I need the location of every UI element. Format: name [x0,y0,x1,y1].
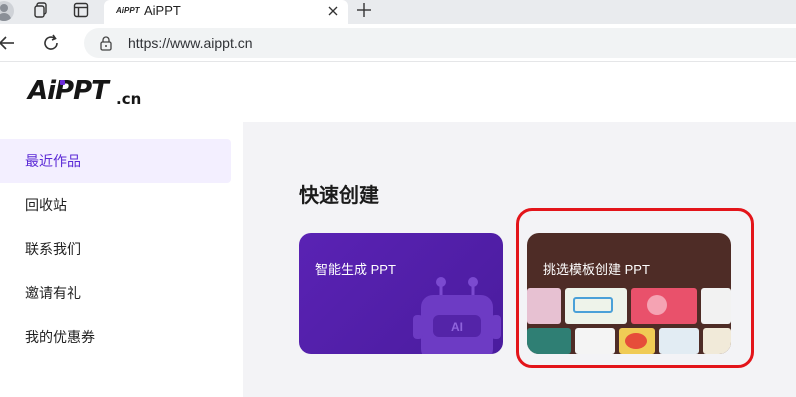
new-tab-icon[interactable] [354,0,374,20]
active-tab[interactable]: AiPPT AiPPT [104,0,348,24]
site-header: AiPPT .cn [0,62,796,122]
close-icon[interactable] [324,2,342,20]
ai-generate-card[interactable]: 智能生成 PPT AI [299,233,503,354]
ai-generate-card-title: 智能生成 PPT [315,262,396,277]
url-bar[interactable]: https://www.aippt.cn [84,28,796,58]
browser-tab-strip: AiPPT AiPPT [0,0,796,24]
back-icon[interactable] [0,32,18,54]
sidebar-item-invite[interactable]: 邀请有礼 [0,271,231,315]
profile-icon[interactable] [0,1,14,21]
lock-icon[interactable] [98,35,114,51]
logo-text: AiPPT [28,76,109,106]
robot-badge-text: AI [451,320,463,334]
sidebar: 最近作品 回收站 联系我们 邀请有礼 我的优惠券 [0,122,243,397]
sidebar-item-recycle-bin[interactable]: 回收站 [0,183,231,227]
url-text: https://www.aippt.cn [128,35,253,51]
robot-icon: AI [413,277,501,354]
refresh-icon[interactable] [40,32,62,54]
sidebar-item-contact-us[interactable]: 联系我们 [0,227,231,271]
sidebar-item-recent-works[interactable]: 最近作品 [0,139,231,183]
tab-actions-icon[interactable] [72,1,90,19]
collections-icon[interactable] [32,1,50,19]
section-title: 快速创建 [299,185,379,207]
tab-favicon: AiPPT [116,6,140,15]
highlight-box [516,208,754,368]
tab-title: AiPPT [144,3,181,18]
logo-suffix: .cn [116,90,142,108]
sidebar-item-coupons[interactable]: 我的优惠券 [0,315,231,359]
address-bar-row: https://www.aippt.cn [0,24,796,62]
logo-accent-dot [60,80,65,85]
